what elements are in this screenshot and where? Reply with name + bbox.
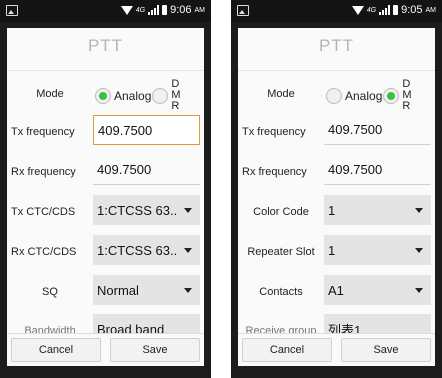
battery-icon [162, 5, 168, 15]
signal-icon [379, 5, 391, 15]
repeater-slot-row: Repeater Slot 1 [238, 233, 435, 271]
battery-icon [393, 5, 399, 15]
signal-icon [148, 5, 160, 15]
gallery-notification-icon [237, 5, 249, 16]
phone-screen-right: 4G 9:05 AM PTT Mode Analog DMR Tx freque… [231, 0, 442, 378]
rx-ctc-cds-label: Rx CTC/CDS [11, 246, 77, 258]
status-ampm: AM [425, 6, 437, 14]
contacts-row: Contacts A1 [238, 273, 435, 311]
rx-ctc-cds-value: 1:CTCSS 63.. [97, 242, 178, 258]
sq-label: SQ [42, 286, 58, 298]
analog-radio-label[interactable]: Analog [345, 89, 382, 103]
dmr-radio-label[interactable]: DMR [171, 79, 187, 112]
status-bar: 4G 9:06 AM [0, 0, 211, 22]
wifi-icon [351, 5, 364, 15]
ptt-dialog: PTT Mode Analog DMR Tx frequency 409.750… [238, 28, 435, 366]
mode-radio-group: Analog DMR [95, 79, 188, 112]
dropdown-arrow-icon [415, 247, 423, 253]
analog-radio[interactable] [95, 87, 111, 104]
network-type: 4G [135, 6, 146, 14]
analog-radio-label[interactable]: Analog [114, 89, 151, 103]
dialog-title: PTT [318, 36, 355, 55]
repeater-slot-select[interactable]: 1 [324, 235, 431, 265]
tx-ctc-cds-value: 1:CTCSS 63.. [97, 202, 178, 218]
sq-row: SQ Normal [7, 273, 204, 311]
repeater-slot-value: 1 [328, 242, 336, 258]
tx-ctc-cds-label: Tx CTC/CDS [11, 206, 76, 218]
tx-frequency-row: Tx frequency 409.7500 [238, 113, 435, 151]
dropdown-arrow-icon [184, 207, 192, 213]
dropdown-arrow-icon [415, 207, 423, 213]
wifi-icon [120, 5, 133, 15]
sq-value: Normal [97, 282, 139, 298]
tx-ctc-cds-select[interactable]: 1:CTCSS 63.. [93, 195, 200, 225]
dialog-buttons: Cancel Save [238, 333, 435, 366]
mode-radio-group: Analog DMR [326, 79, 419, 112]
status-time: 9:06 [170, 4, 192, 16]
cancel-button[interactable]: Cancel [11, 338, 101, 362]
tx-frequency-row: Tx frequency 409.7500 [7, 113, 204, 151]
dmr-radio-label[interactable]: DMR [402, 79, 418, 112]
tx-ctc-cds-row: Tx CTC/CDS 1:CTCSS 63.. [7, 193, 204, 231]
dropdown-arrow-icon [184, 287, 192, 293]
sq-select[interactable]: Normal [93, 275, 200, 305]
tx-frequency-label: Tx frequency [242, 126, 306, 138]
rx-frequency-label: Rx frequency [242, 166, 307, 178]
mode-row: Mode Analog DMR [7, 75, 204, 113]
save-button[interactable]: Save [341, 338, 431, 362]
save-button[interactable]: Save [110, 338, 200, 362]
rx-ctc-cds-row: Rx CTC/CDS 1:CTCSS 63.. [7, 233, 204, 271]
rx-frequency-input[interactable]: 409.7500 [93, 155, 200, 185]
cancel-button[interactable]: Cancel [242, 338, 332, 362]
rx-frequency-row: Rx frequency 409.7500 [7, 153, 204, 191]
rx-ctc-cds-select[interactable]: 1:CTCSS 63.. [93, 235, 200, 265]
gallery-notification-icon [6, 5, 18, 16]
contacts-select[interactable]: A1 [324, 275, 431, 305]
title-divider [238, 70, 435, 71]
status-bar: 4G 9:05 AM [231, 0, 442, 22]
dropdown-arrow-icon [415, 287, 423, 293]
contacts-value: A1 [328, 282, 344, 298]
mode-label: Mode [267, 88, 295, 100]
network-type: 4G [366, 6, 377, 14]
mode-row: Mode Analog DMR [238, 75, 435, 113]
rx-frequency-input[interactable]: 409.7500 [324, 155, 431, 185]
analog-radio[interactable] [326, 87, 342, 104]
color-code-select[interactable]: 1 [324, 195, 431, 225]
repeater-slot-label: Repeater Slot [247, 246, 315, 258]
tx-frequency-input[interactable]: 409.7500 [93, 115, 200, 145]
ptt-dialog: PTT Mode Analog DMR Tx frequency 409.750… [7, 28, 204, 366]
rx-frequency-label: Rx frequency [11, 166, 76, 178]
dmr-radio[interactable] [152, 87, 169, 104]
dmr-radio[interactable] [383, 87, 400, 104]
color-code-row: Color Code 1 [238, 193, 435, 231]
dialog-title: PTT [87, 36, 124, 55]
contacts-label: Contacts [259, 286, 303, 298]
status-time: 9:05 [401, 4, 423, 16]
rx-frequency-row: Rx frequency 409.7500 [238, 153, 435, 191]
phone-screen-left: 4G 9:06 AM PTT Mode Analog DMR Tx freque… [0, 0, 211, 378]
tx-frequency-label: Tx frequency [11, 126, 75, 138]
tx-frequency-input[interactable]: 409.7500 [324, 115, 431, 145]
color-code-label: Color Code [253, 206, 309, 218]
mode-label: Mode [36, 88, 64, 100]
status-ampm: AM [194, 6, 206, 14]
color-code-value: 1 [328, 202, 336, 218]
dropdown-arrow-icon [184, 247, 192, 253]
title-divider [7, 70, 204, 71]
dialog-buttons: Cancel Save [7, 333, 204, 366]
